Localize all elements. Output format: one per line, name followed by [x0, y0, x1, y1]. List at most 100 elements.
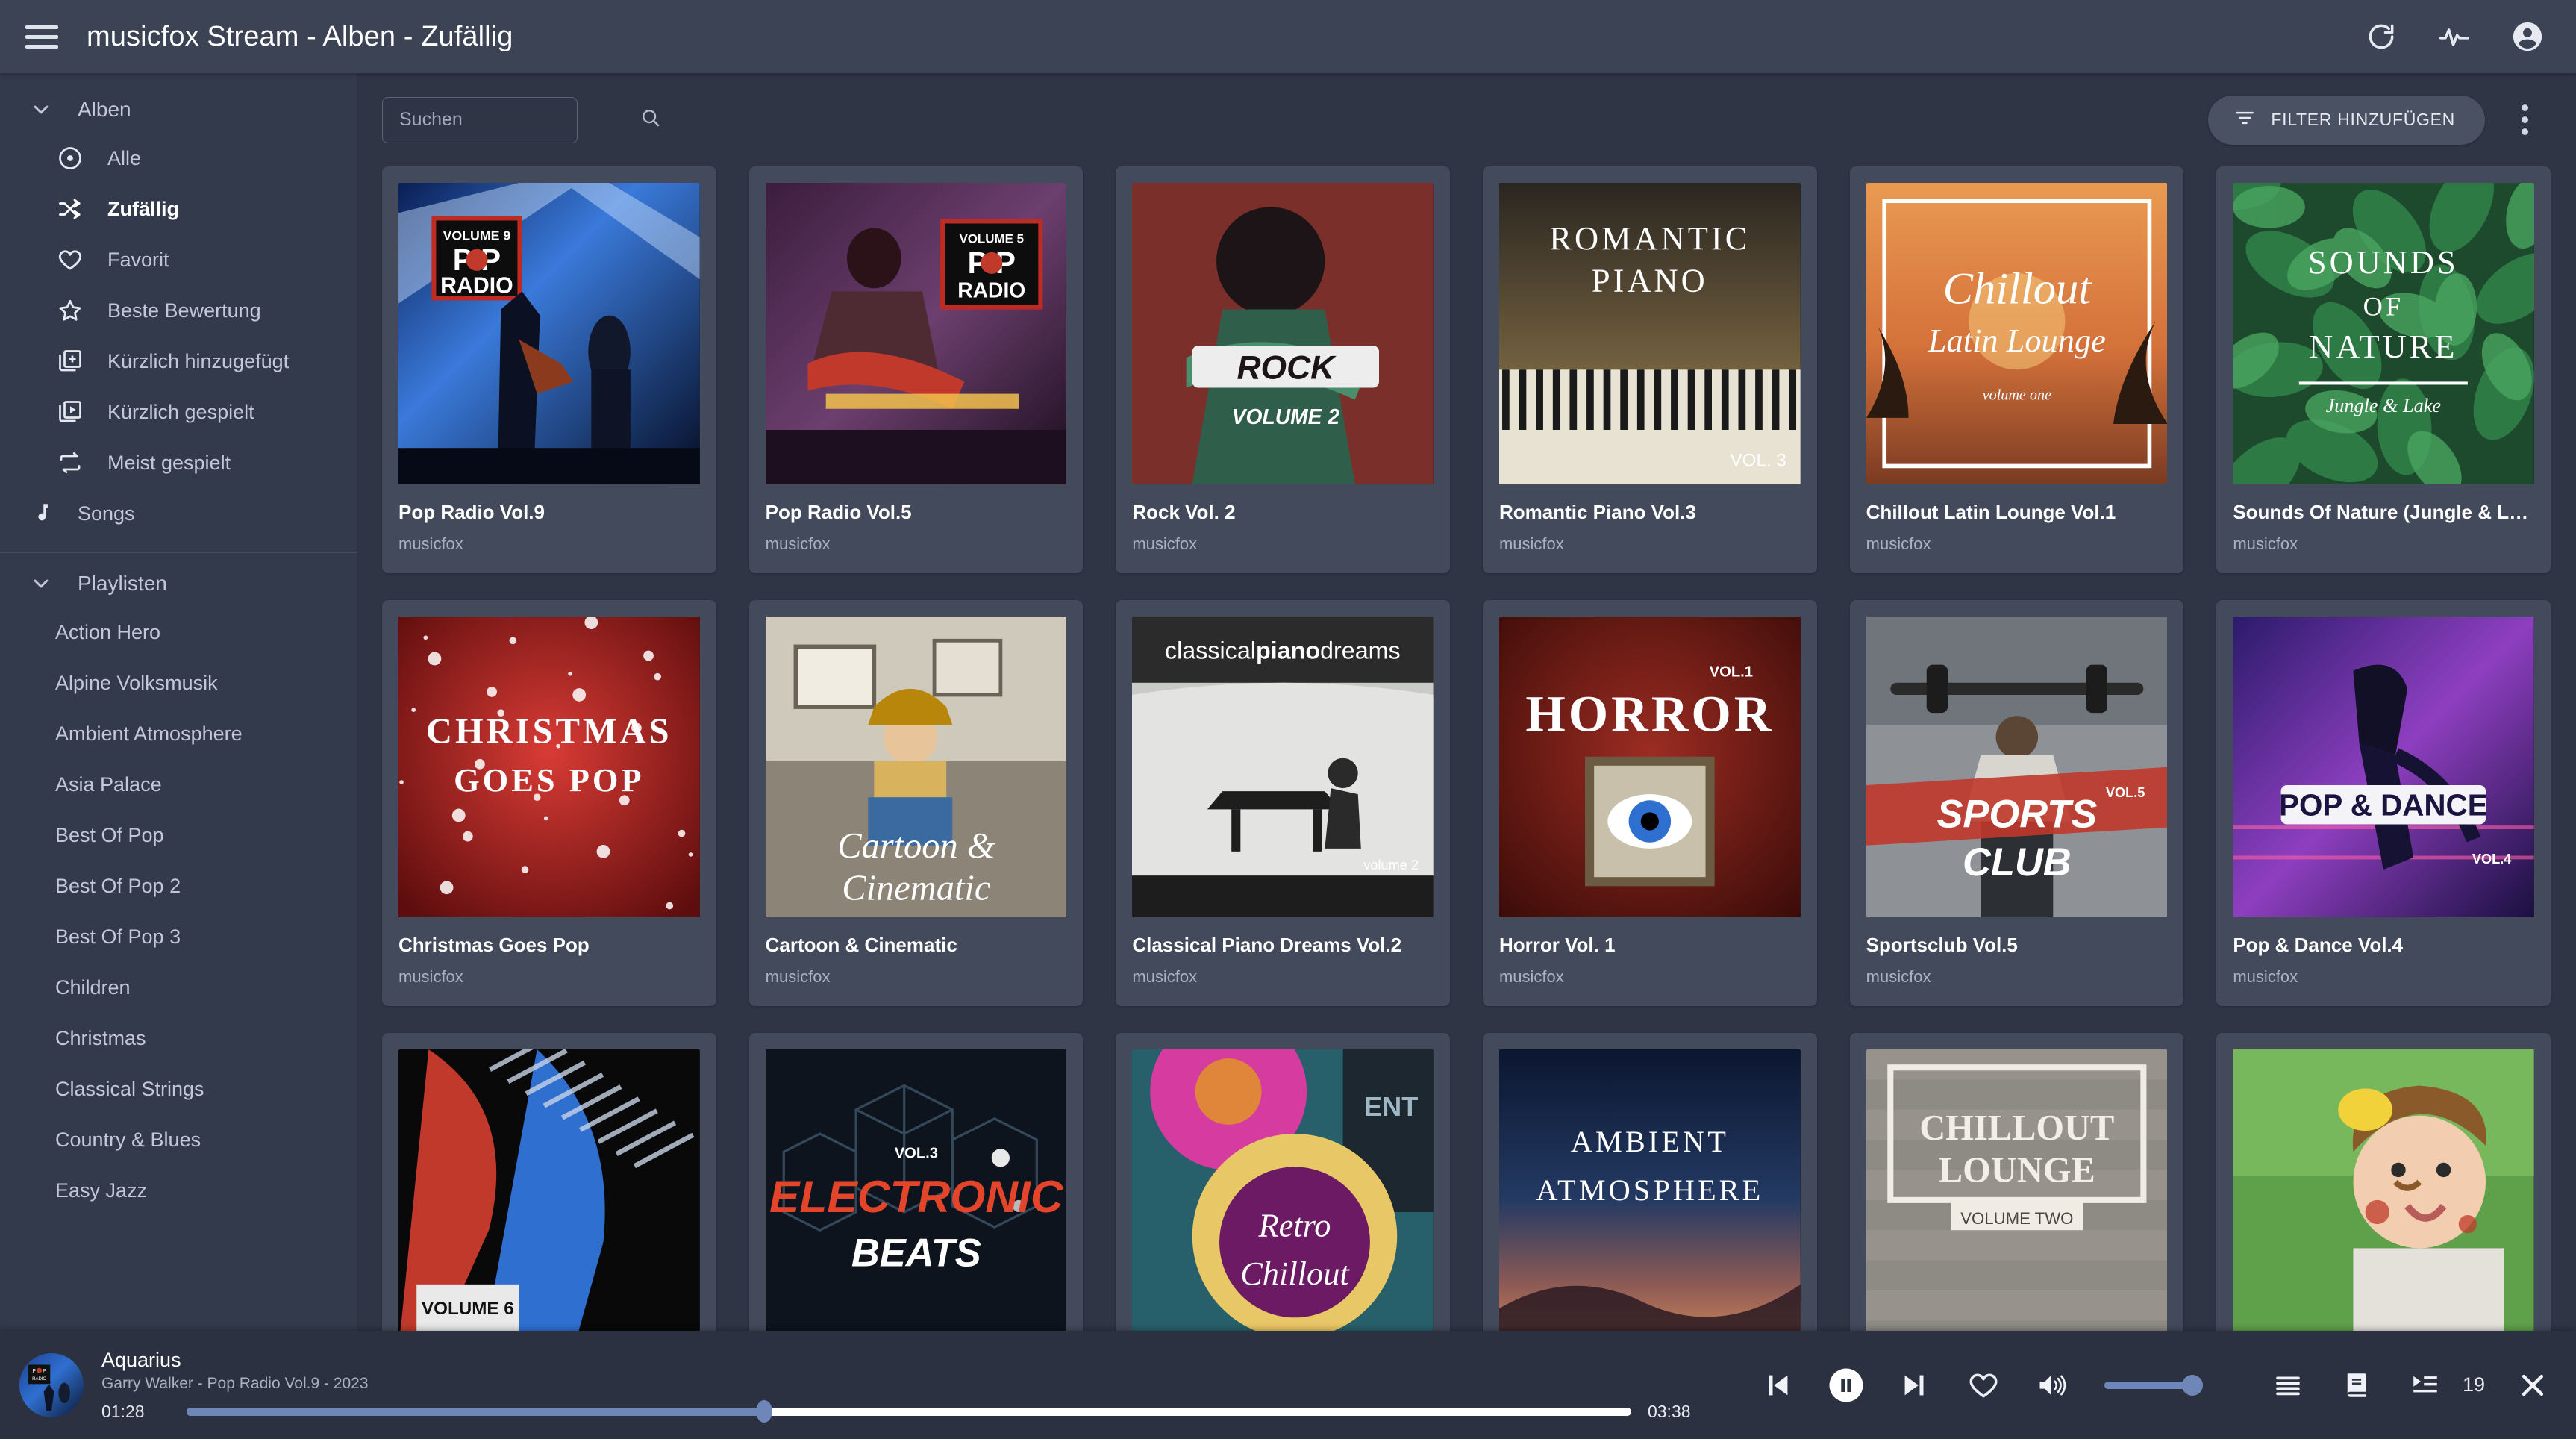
- sidebar-item-meist-gespielt[interactable]: Meist gespielt: [0, 437, 357, 488]
- album-cover[interactable]: AMBIENT ATMOSPHERE: [1498, 1049, 1801, 1352]
- sidebar-item-songs[interactable]: Songs: [0, 488, 357, 539]
- seek-knob[interactable]: [756, 1400, 773, 1423]
- lyrics-book-icon[interactable]: [2336, 1364, 2378, 1406]
- filter-icon: [2233, 107, 2256, 133]
- volume-slider[interactable]: [2104, 1374, 2203, 1396]
- favorite-heart-icon[interactable]: [1963, 1364, 2004, 1406]
- playlist-item[interactable]: Ambient Atmosphere: [0, 708, 357, 759]
- sidebar-group-label: Playlisten: [78, 572, 167, 595]
- sidebar-item-kuerzlich-gespielt[interactable]: Kürzlich gespielt: [0, 387, 357, 437]
- svg-text:ELECTRONIC: ELECTRONIC: [769, 1171, 1064, 1222]
- album-card[interactable]: Chillout Latin Lounge volume one Chillou…: [1849, 166, 2184, 573]
- album-card[interactable]: CHRISTMAS GOES POP Christmas Goes Pop musi…: [382, 599, 716, 1007]
- playlist-item[interactable]: Action Hero: [0, 607, 357, 658]
- album-card[interactable]: VOLUME 9 P P RADIO Pop Radio Vol.9 musicf…: [382, 166, 716, 573]
- album-card[interactable]: ROCK VOLUME 2 Rock Vol. 2 musicfox: [1116, 166, 1450, 573]
- sidebar-item-zufaellig[interactable]: Zufällig: [0, 184, 357, 234]
- album-title: Chillout Latin Lounge Vol.1: [1866, 500, 2116, 523]
- svg-text:VOL.1: VOL.1: [1710, 664, 1753, 680]
- album-cover[interactable]: [2233, 1049, 2534, 1351]
- album-cover[interactable]: SPORTS CLUB VOL.5: [1866, 616, 2168, 918]
- album-card[interactable]: ROMANTIC PIANO VOL. 3 Romantic Piano Vol.…: [1482, 166, 1817, 573]
- search-box[interactable]: [382, 96, 660, 143]
- kebab-dot: [2521, 116, 2528, 123]
- album-card[interactable]: SPORTS CLUB VOL.5 Sportsclub Vol.5 musicfo…: [1849, 599, 2184, 1007]
- album-card[interactable]: VOLUME 5 P P RADIO Pop Radio Vol.5 musicf…: [748, 166, 1084, 573]
- playlist-item-label: Best Of Pop 2: [55, 874, 181, 897]
- playlist-item[interactable]: Best Of Pop 3: [0, 911, 357, 962]
- next-icon[interactable]: [1894, 1364, 1936, 1406]
- album-cover[interactable]: ROMANTIC PIANO VOL. 3: [1498, 183, 1801, 484]
- album-cover[interactable]: CHILLOUT LOUNGE VOLUME TWO: [1866, 1049, 2168, 1352]
- playlist-item[interactable]: Children: [0, 962, 357, 1013]
- now-playing-artwork[interactable]: P O P RADIO: [19, 1352, 84, 1417]
- pause-icon[interactable]: [1825, 1364, 1867, 1406]
- player-bar: P O P RADIO Aquarius Garry Walker - Pop …: [0, 1331, 2576, 1439]
- sidebar-item-label: Kürzlich hinzugefügt: [107, 349, 290, 372]
- search-icon[interactable]: [640, 107, 662, 133]
- album-cover[interactable]: Cartoon & Cinematic: [765, 616, 1067, 918]
- album-card[interactable]: VOL.1 HORROR Horror Vol. 1 musicfox: [1482, 599, 1817, 1007]
- sidebar-item-label: Alle: [107, 146, 142, 169]
- sidebar-item-label: Beste Bewertung: [107, 299, 261, 322]
- album-cover[interactable]: SOUNDS OF NATURE Jungle & Lake: [2233, 183, 2534, 484]
- seek-slider[interactable]: [187, 1400, 1631, 1423]
- sidebar-group-alben[interactable]: Alben: [0, 87, 357, 133]
- playlist-item[interactable]: Best Of Pop: [0, 810, 357, 861]
- sidebar-group-playlisten[interactable]: Playlisten: [0, 561, 357, 607]
- svg-text:Retro: Retro: [1258, 1207, 1331, 1244]
- album-cover[interactable]: VOLUME 5 P P RADIO: [765, 183, 1067, 484]
- album-cover[interactable]: Chillout Latin Lounge volume one: [1866, 183, 2168, 484]
- playlist-item[interactable]: Country & Blues: [0, 1114, 357, 1165]
- sidebar-divider: [0, 552, 357, 553]
- activity-pulse-icon[interactable]: [2437, 19, 2472, 54]
- album-cover[interactable]: classicalpianodreams volume 2: [1132, 616, 1434, 918]
- sidebar-item-beste-bewertung[interactable]: Beste Bewertung: [0, 285, 357, 336]
- svg-text:VOLUME 9: VOLUME 9: [443, 228, 511, 243]
- album-card[interactable]: classicalpianodreams volume 2 Classical P…: [1116, 599, 1450, 1007]
- album-cover[interactable]: VOLUME 9 P P RADIO: [398, 183, 700, 484]
- search-input[interactable]: [399, 109, 640, 131]
- album-card[interactable]: SOUNDS OF NATURE Jungle & Lake Sounds Of …: [2216, 166, 2551, 573]
- album-cover[interactable]: CHRISTMAS GOES POP: [398, 616, 700, 918]
- sidebar-item-kuerzlich-hinzugefuegt[interactable]: Kürzlich hinzugefügt: [0, 336, 357, 387]
- playlist-item[interactable]: Easy Jazz: [0, 1165, 357, 1216]
- svg-text:ATMOSPHERE: ATMOSPHERE: [1536, 1173, 1763, 1207]
- playlist-item[interactable]: Classical Strings: [0, 1064, 357, 1114]
- album-card[interactable]: Cartoon & Cinematic Cartoon & Cinematic mu…: [748, 599, 1084, 1007]
- svg-text:volume 2: volume 2: [1364, 858, 1419, 873]
- sidebar-item-favorit[interactable]: Favorit: [0, 234, 357, 285]
- album-cover[interactable]: ROCK VOLUME 2: [1132, 183, 1434, 484]
- playlist-item[interactable]: Christmas: [0, 1013, 357, 1064]
- album-card[interactable]: POP & DANCE VOL.4 Pop & Dance Vol.4 musicf…: [2216, 599, 2551, 1007]
- svg-text:Chillout: Chillout: [1942, 263, 2092, 313]
- add-filter-button[interactable]: FILTER HINZUFÜGEN: [2208, 95, 2485, 145]
- svg-text:RADIO: RADIO: [440, 273, 513, 298]
- volume-knob[interactable]: [2181, 1374, 2203, 1396]
- repeat-icon: [55, 448, 85, 478]
- top-app-bar: musicfox Stream - Alben - Zufällig: [0, 0, 2576, 73]
- album-cover[interactable]: VOL.1 HORROR: [1498, 616, 1801, 918]
- svg-text:CLUB: CLUB: [1963, 841, 2072, 884]
- hamburger-menu-icon[interactable]: [25, 17, 64, 56]
- album-cover[interactable]: POP & DANCE VOL.4: [2233, 616, 2534, 918]
- refresh-icon[interactable]: [2364, 19, 2398, 54]
- album-cover[interactable]: VOL.3 ELECTRONIC BEATS: [765, 1049, 1067, 1352]
- previous-icon[interactable]: [1757, 1364, 1798, 1406]
- close-icon[interactable]: [2512, 1364, 2554, 1406]
- album-grid-scroll[interactable]: VOLUME 9 P P RADIO Pop Radio Vol.9 musicf…: [357, 166, 2576, 1439]
- album-cover[interactable]: VOLUME 6: [398, 1049, 700, 1351]
- sidebar-item-alle[interactable]: Alle: [0, 133, 357, 184]
- playlist-item[interactable]: Alpine Volksmusik: [0, 658, 357, 708]
- equalizer-icon[interactable]: [2267, 1364, 2309, 1406]
- more-vertical-icon[interactable]: [2507, 99, 2542, 142]
- playlist-item[interactable]: Best Of Pop 2: [0, 861, 357, 911]
- svg-text:SPORTS: SPORTS: [1936, 793, 2097, 836]
- account-circle-icon[interactable]: [2510, 19, 2545, 54]
- queue-icon[interactable]: [2404, 1364, 2446, 1406]
- music-note-icon: [25, 499, 55, 528]
- main-content: FILTER HINZUFÜGEN VOLUME 9 P P RADIO Pop…: [357, 73, 2576, 1439]
- playlist-item[interactable]: Asia Palace: [0, 759, 357, 810]
- volume-icon[interactable]: [2031, 1364, 2073, 1406]
- album-cover[interactable]: ENT Retro Chillout: [1132, 1049, 1434, 1351]
